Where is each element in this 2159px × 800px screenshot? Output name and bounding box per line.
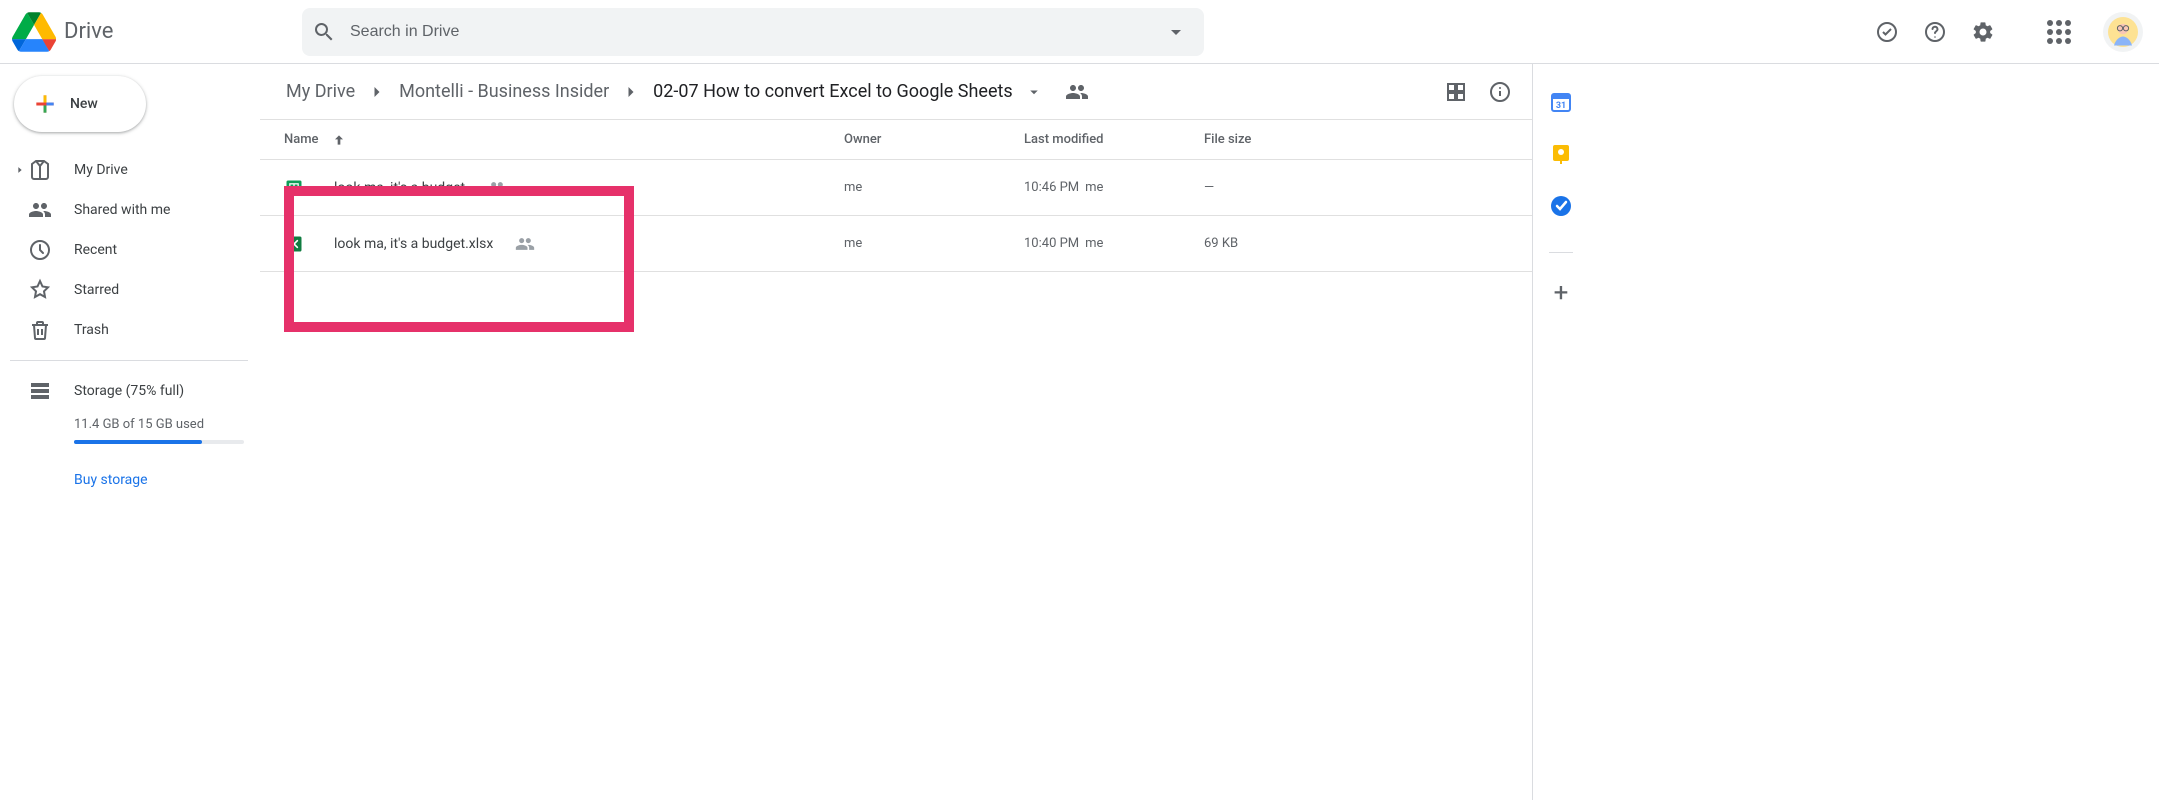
sort-arrow-up-icon [331,132,347,148]
breadcrumb-item[interactable]: Montelli - Business Insider [393,77,615,106]
sidebar-label: Shared with me [74,202,170,218]
chevron-right-icon [621,82,641,102]
sidebar-item-trash[interactable]: Trash [10,310,250,350]
trash-icon [28,318,52,342]
header-actions [1867,12,2143,52]
sidebar-item-my-drive[interactable]: My Drive [10,150,250,190]
settings-icon[interactable] [1963,12,2003,52]
addons-icon[interactable]: + [1549,281,1573,305]
storage-usage: 11.4 GB of 15 GB used [74,417,260,432]
main: My Drive Montelli - Business Insider 02-… [260,64,1533,800]
star-icon [28,278,52,302]
col-header-owner[interactable]: Owner [844,132,1024,147]
table-row[interactable]: look ma, it's a budget.xlsx me 10:40 PMm… [260,216,1532,272]
search-options-icon[interactable] [1164,20,1188,44]
file-modified-by: me [1085,180,1103,195]
shared-icon [487,178,507,198]
ready-offline-icon[interactable] [1867,12,1907,52]
shared-icon [515,234,535,254]
sidebar-label: Recent [74,242,117,258]
new-button[interactable]: New [14,76,146,132]
file-modified: 10:46 PM [1024,180,1079,195]
drive-logo-icon [12,12,56,52]
table-header: Name Owner Last modified File size [260,120,1532,160]
search-bar[interactable] [302,8,1204,56]
chevron-right-icon [367,82,387,102]
file-owner: me [844,236,1024,251]
storage-label: Storage (75% full) [74,383,184,399]
table-row[interactable]: look ma, it's a budget me 10:46 PMme — [260,160,1532,216]
side-rail: 31 + [1533,64,1589,800]
caret-right-icon [14,165,26,175]
sidebar-label: Starred [74,282,119,298]
tasks-icon[interactable] [1549,194,1573,218]
file-size: 69 KB [1204,236,1324,251]
breadcrumb-item-current[interactable]: 02-07 How to convert Excel to Google She… [647,77,1019,106]
folder-share-icon[interactable] [1065,80,1089,104]
calendar-icon[interactable]: 31 [1549,90,1573,114]
sidebar-item-shared[interactable]: Shared with me [10,190,250,230]
file-modified-by: me [1085,236,1103,251]
search-icon[interactable] [312,20,336,44]
file-size: — [1204,180,1324,195]
breadcrumb-dropdown-icon[interactable] [1025,83,1043,101]
sidebar-label: My Drive [74,162,128,178]
avatar[interactable] [2103,12,2143,52]
grid-view-icon[interactable] [1444,80,1468,104]
recent-icon [28,238,52,262]
info-icon[interactable] [1488,80,1512,104]
sidebar-item-recent[interactable]: Recent [10,230,250,270]
brand-name: Drive [64,19,113,44]
sidebar-separator [10,360,248,361]
file-modified: 10:40 PM [1024,236,1079,251]
rail-separator [1549,252,1573,253]
storage-bar [74,440,244,444]
file-name: look ma, it's a budget.xlsx [334,236,493,252]
svg-text:31: 31 [1556,101,1566,111]
breadcrumb: My Drive Montelli - Business Insider 02-… [260,64,1532,120]
sheets-file-icon [284,178,304,198]
sidebar: New My Drive Shared with me Recent Starr… [0,64,260,800]
my-drive-icon [28,158,52,182]
file-name: look ma, it's a budget [334,180,465,196]
storage-icon [28,379,52,403]
sidebar-item-starred[interactable]: Starred [10,270,250,310]
help-icon[interactable] [1915,12,1955,52]
new-button-label: New [70,96,98,112]
keep-icon[interactable] [1549,142,1573,166]
breadcrumb-item[interactable]: My Drive [280,77,361,106]
col-header-size[interactable]: File size [1204,132,1324,147]
apps-icon[interactable] [2039,12,2079,52]
excel-file-icon [284,234,304,254]
brand[interactable]: Drive [12,12,302,52]
buy-storage-link[interactable]: Buy storage [74,472,260,488]
storage-bar-fill [74,440,202,444]
search-input[interactable] [350,23,1164,41]
file-owner: me [844,180,1024,195]
col-header-name[interactable]: Name [284,132,844,148]
blank-area [1589,64,2159,800]
sidebar-item-storage[interactable]: Storage (75% full) [28,371,260,411]
shared-icon [28,198,52,222]
header: Drive [0,0,2159,64]
sidebar-label: Trash [74,322,109,338]
col-header-modified[interactable]: Last modified [1024,132,1204,147]
